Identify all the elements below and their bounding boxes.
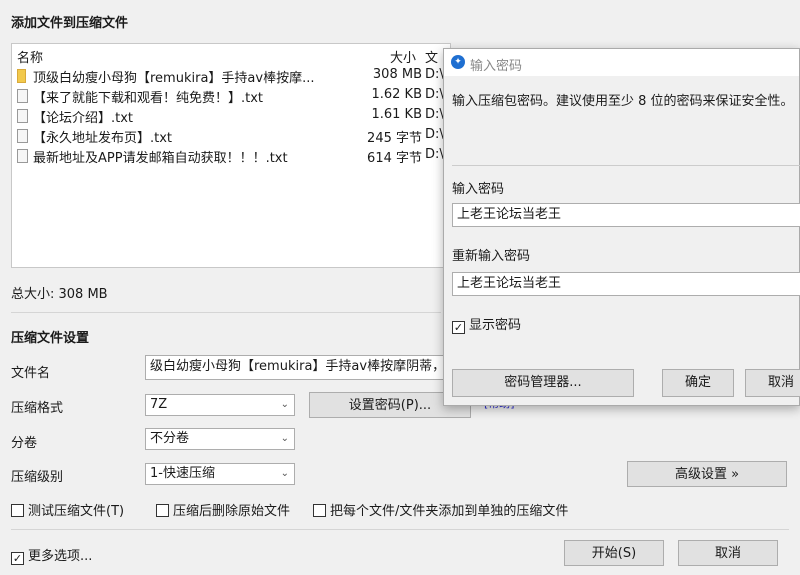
file-path: D:\: [425, 87, 444, 102]
test-checkbox[interactable]: 测试压缩文件(T): [11, 500, 124, 519]
start-button[interactable]: 开始(S): [564, 540, 664, 566]
confirm-password-input[interactable]: 上老王论坛当老王: [452, 272, 800, 296]
file-size: 245 字节: [367, 131, 422, 146]
advanced-settings-button[interactable]: 高级设置 »: [627, 461, 787, 487]
password-input[interactable]: 上老王论坛当老王: [452, 203, 800, 227]
file-name: 最新地址及APP请发邮箱自动获取！！！.txt: [33, 151, 288, 166]
file-size: 614 字节: [367, 151, 422, 166]
column-size[interactable]: 大小: [390, 47, 416, 66]
ok-button[interactable]: 确定: [662, 369, 734, 397]
file-list[interactable]: 名称 大小 文 顶级白幼瘦小母狗【remukira】手持av棒按摩... 308…: [11, 43, 451, 268]
checkbox[interactable]: [313, 504, 326, 517]
folder-icon: [17, 69, 26, 83]
chevron-down-icon: ⌄: [280, 468, 289, 479]
checkbox-checked[interactable]: ✓: [452, 321, 465, 334]
file-path: D:\: [425, 147, 444, 162]
settings-heading: 压缩文件设置: [11, 331, 90, 346]
show-password-label: 显示密码: [469, 318, 522, 333]
file-icon: [17, 129, 28, 143]
file-size: 308 MB: [372, 67, 422, 82]
confirm-password-label: 重新输入密码: [452, 249, 531, 264]
app-icon: ✦: [451, 55, 465, 69]
file-row[interactable]: 【论坛介绍】.txt 1.61 KB D:\: [17, 106, 450, 126]
more-options-checkbox[interactable]: ✓ 更多选项...: [11, 545, 92, 565]
password-dialog: ✦ 输入密码 输入压缩包密码。建议使用至少 8 位的密码来保证安全性。 输入密码…: [443, 48, 800, 406]
volume-label: 分卷: [11, 436, 38, 451]
cancel-button[interactable]: 取消: [678, 540, 778, 566]
dialog-titlebar[interactable]: ✦ 输入密码: [444, 49, 799, 76]
dialog-description: 输入压缩包密码。建议使用至少 8 位的密码来保证安全性。: [452, 94, 794, 109]
file-name: 【论坛介绍】.txt: [33, 111, 134, 126]
file-name: 顶级白幼瘦小母狗【remukira】手持av棒按摩...: [33, 71, 315, 86]
test-checkbox-label: 测试压缩文件(T): [28, 504, 125, 519]
password-manager-button[interactable]: 密码管理器...: [452, 369, 634, 397]
dialog-title: 输入密码: [470, 59, 523, 74]
divider: [11, 312, 441, 313]
file-icon: [17, 89, 28, 103]
divider: [11, 529, 789, 530]
show-password-checkbox[interactable]: ✓ 显示密码: [452, 314, 521, 334]
file-row[interactable]: 顶级白幼瘦小母狗【remukira】手持av棒按摩... 308 MB D:\: [17, 66, 450, 86]
volume-select[interactable]: 不分卷 ⌄: [145, 428, 295, 450]
dialog-cancel-button[interactable]: 取消: [745, 369, 800, 397]
file-icon: [17, 109, 28, 123]
separate-checkbox-label: 把每个文件/文件夹添加到单独的压缩文件: [330, 504, 569, 519]
divider: [452, 165, 800, 166]
delete-checkbox[interactable]: 压缩后删除原始文件: [156, 500, 290, 519]
chevron-down-icon: ⌄: [280, 433, 289, 444]
filename-input[interactable]: 级白幼瘦小母狗【remukira】手持av棒按摩阴蒂，驱: [145, 355, 445, 380]
column-path[interactable]: 文: [425, 47, 438, 66]
checkbox[interactable]: [11, 504, 24, 517]
window-title: 添加文件到压缩文件: [11, 16, 129, 31]
level-label: 压缩级别: [11, 470, 64, 485]
file-row[interactable]: 【来了就能下载和观看！纯免费！】.txt 1.62 KB D:\: [17, 86, 450, 106]
checkbox[interactable]: [156, 504, 169, 517]
format-value: 7Z: [150, 397, 168, 412]
file-name: 【来了就能下载和观看！纯免费！】.txt: [33, 91, 264, 106]
file-row[interactable]: 最新地址及APP请发邮箱自动获取！！！.txt 614 字节 D:\: [17, 146, 450, 166]
file-row[interactable]: 【永久地址发布页】.txt 245 字节 D:\: [17, 126, 450, 146]
checkbox-checked[interactable]: ✓: [11, 552, 24, 565]
filename-label: 文件名: [11, 366, 51, 381]
separate-checkbox[interactable]: 把每个文件/文件夹添加到单独的压缩文件: [313, 500, 568, 519]
total-size: 总大小: 308 MB: [11, 287, 108, 302]
column-name[interactable]: 名称: [17, 47, 43, 66]
more-options-label: 更多选项...: [28, 549, 93, 564]
level-value: 1-快速压缩: [150, 466, 215, 481]
file-path: D:\: [425, 107, 444, 122]
delete-checkbox-label: 压缩后删除原始文件: [173, 504, 291, 519]
format-select[interactable]: 7Z ⌄: [145, 394, 295, 416]
file-size: 1.62 KB: [371, 87, 422, 102]
file-path: D:\: [425, 127, 444, 142]
file-name: 【永久地址发布页】.txt: [33, 131, 173, 146]
chevron-down-icon: ⌄: [280, 399, 289, 410]
volume-value: 不分卷: [150, 431, 190, 446]
level-select[interactable]: 1-快速压缩 ⌄: [145, 463, 295, 485]
file-icon: [17, 149, 28, 163]
file-size: 1.61 KB: [371, 107, 422, 122]
file-path: D:\: [425, 67, 444, 82]
password-label: 输入密码: [452, 182, 505, 197]
format-label: 压缩格式: [11, 401, 64, 416]
